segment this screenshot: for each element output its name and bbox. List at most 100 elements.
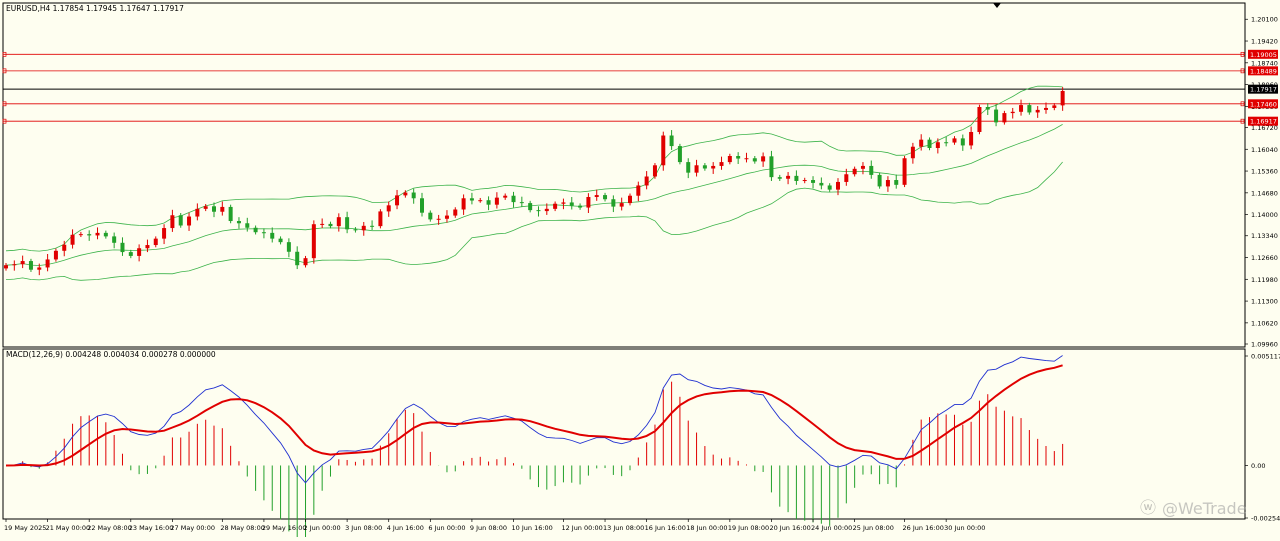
candle-body bbox=[503, 195, 508, 198]
candle-body bbox=[761, 156, 766, 162]
candle-body bbox=[112, 236, 117, 243]
candle-body bbox=[1027, 105, 1032, 113]
candle-body bbox=[370, 225, 375, 227]
candle-body bbox=[187, 216, 192, 226]
candle-body bbox=[386, 205, 391, 212]
candle-body bbox=[494, 197, 499, 205]
candle-body bbox=[661, 135, 666, 166]
y-tick-label: 1.16040 bbox=[1251, 146, 1278, 154]
x-tick-label: 19 Jun 08:00 bbox=[728, 524, 769, 532]
candle-body bbox=[603, 195, 608, 200]
candle-body bbox=[727, 156, 732, 163]
candle-body bbox=[902, 158, 907, 185]
candle-body bbox=[37, 267, 42, 270]
candle-body bbox=[985, 107, 990, 110]
x-tick-label: 24 Jun 00:00 bbox=[811, 524, 852, 532]
candle-body bbox=[619, 203, 624, 207]
candle-body bbox=[952, 138, 957, 143]
candle-body bbox=[436, 218, 441, 220]
candle-body bbox=[328, 223, 333, 227]
candle-body bbox=[944, 142, 949, 144]
candle-body bbox=[428, 212, 433, 220]
candle-body bbox=[20, 261, 25, 265]
y-tick-label: 1.15360 bbox=[1251, 168, 1278, 176]
candle-body bbox=[403, 192, 408, 196]
x-tick-label: 13 Jun 08:00 bbox=[603, 524, 644, 532]
candle-body bbox=[927, 139, 932, 148]
y-tick-label: 1.09960 bbox=[1251, 341, 1278, 349]
candle-body bbox=[652, 165, 657, 177]
candle-body bbox=[444, 215, 449, 219]
chart-canvas[interactable]: 1.201001.194201.187401.180601.173801.167… bbox=[0, 0, 1280, 541]
candle-body bbox=[569, 202, 574, 206]
candle-body bbox=[87, 234, 92, 236]
x-tick-label: 10 Jun 16:00 bbox=[512, 524, 553, 532]
candle bbox=[652, 163, 657, 179]
price-line-tag-label: 1.16917 bbox=[1250, 118, 1277, 126]
candle-body bbox=[253, 227, 258, 233]
candle-body bbox=[885, 180, 890, 187]
candle-body bbox=[78, 234, 83, 236]
watermark-logo-icon: ⓦ bbox=[1140, 498, 1156, 517]
x-tick-label: 18 Jun 00:00 bbox=[686, 524, 727, 532]
x-tick-label: 3 Jun 08:00 bbox=[345, 524, 382, 532]
candle-body bbox=[669, 135, 674, 147]
x-tick-label: 29 May 16:00 bbox=[262, 524, 307, 532]
candle-body bbox=[395, 195, 400, 206]
macd-title: MACD(12,26,9) 0.004248 0.004034 0.000278… bbox=[6, 350, 216, 359]
candle-body bbox=[544, 208, 549, 212]
candle-body bbox=[769, 156, 774, 178]
candle-body bbox=[270, 232, 275, 239]
candle-body bbox=[719, 162, 724, 166]
candle-body bbox=[303, 258, 308, 266]
y-tick-label: 1.18740 bbox=[1251, 59, 1278, 67]
candle-body bbox=[4, 265, 8, 269]
candle-body bbox=[994, 109, 999, 123]
candle-body bbox=[411, 192, 416, 199]
candle-body bbox=[636, 185, 641, 196]
x-tick-label: 12 Jun 00:00 bbox=[561, 524, 602, 532]
x-tick-label: 28 May 08:00 bbox=[220, 524, 265, 532]
x-tick-label: 23 May 16:00 bbox=[129, 524, 174, 532]
y-tick-label: 1.20100 bbox=[1251, 16, 1278, 24]
price-line-tag-label: 1.17460 bbox=[1250, 100, 1277, 108]
x-tick-label: 6 Jun 00:00 bbox=[428, 524, 465, 532]
candle bbox=[977, 104, 982, 135]
macd-y-tick-label: 0.005117 bbox=[1251, 353, 1280, 361]
candle-body bbox=[120, 242, 125, 253]
candle-body bbox=[336, 217, 341, 227]
candle-body bbox=[53, 250, 58, 260]
candle-body bbox=[162, 228, 167, 239]
candle-body bbox=[960, 138, 965, 146]
candle-body bbox=[212, 206, 216, 212]
candle-body bbox=[836, 181, 840, 190]
candle-body bbox=[103, 232, 108, 237]
macd-y-tick-label: 0.00 bbox=[1251, 462, 1265, 470]
candle-body bbox=[1019, 105, 1024, 112]
candle-body bbox=[261, 232, 266, 234]
x-tick-label: 30 Jun 00:00 bbox=[944, 524, 985, 532]
candle-body bbox=[977, 107, 982, 132]
y-tick-label: 1.12660 bbox=[1251, 254, 1278, 262]
candle-body bbox=[644, 176, 649, 186]
candle-body bbox=[378, 211, 383, 227]
candle-body bbox=[228, 206, 233, 222]
candle bbox=[311, 220, 316, 264]
candle-body bbox=[786, 175, 791, 179]
candle-body bbox=[245, 223, 250, 228]
candle bbox=[228, 204, 233, 224]
candle-body bbox=[128, 252, 133, 256]
y-tick-label: 1.19420 bbox=[1251, 38, 1278, 46]
candle-body bbox=[453, 209, 458, 216]
candle-body bbox=[137, 248, 142, 256]
candle-body bbox=[528, 203, 533, 211]
y-tick-label: 1.14680 bbox=[1251, 189, 1278, 197]
x-tick-label: 4 Jun 16:00 bbox=[387, 524, 424, 532]
candle-body bbox=[586, 196, 591, 208]
candle-body bbox=[686, 162, 691, 173]
x-tick-label: 22 May 08:00 bbox=[87, 524, 132, 532]
candle bbox=[378, 209, 383, 229]
candle-body bbox=[578, 205, 583, 208]
candle-body bbox=[420, 198, 424, 213]
candle-body bbox=[153, 238, 158, 246]
